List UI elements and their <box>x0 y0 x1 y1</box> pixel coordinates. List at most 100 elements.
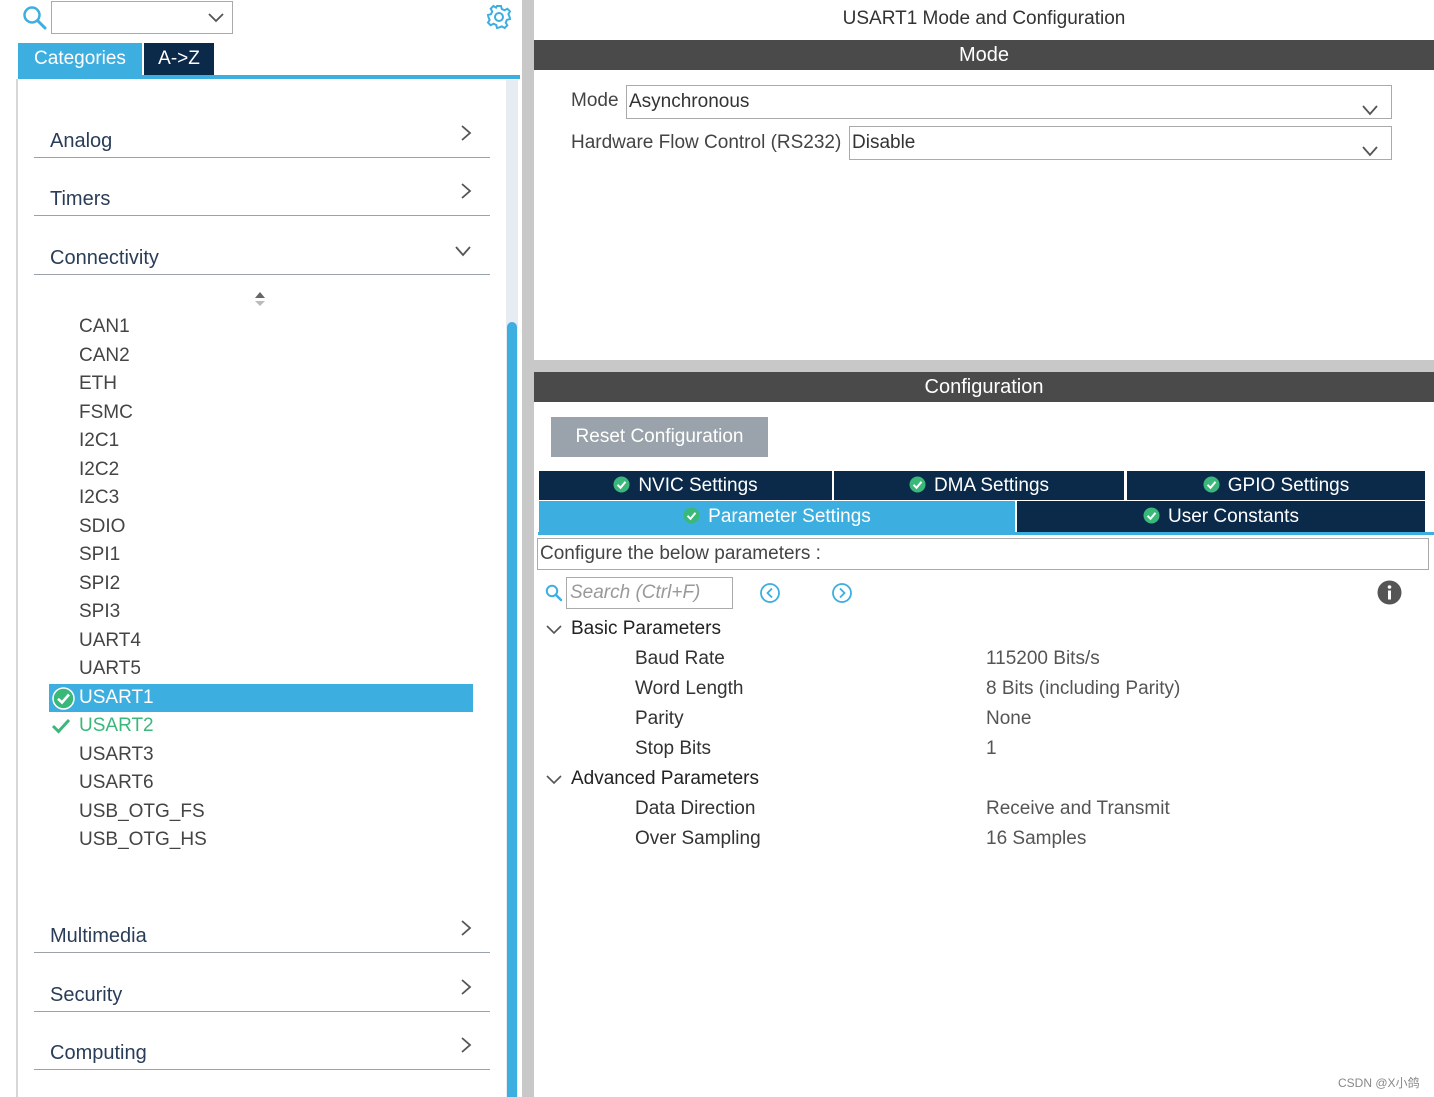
peripheral-item-uart5[interactable]: UART5 <box>79 655 141 683</box>
peripheral-label: SDIO <box>79 515 126 537</box>
tab-label: Parameter Settings <box>708 506 871 527</box>
peripheral-label: USART6 <box>79 772 154 793</box>
peripheral-label: USB_OTG_HS <box>79 829 207 850</box>
tab-a-to-z[interactable]: A->Z <box>144 43 214 75</box>
peripheral-label: USART1 <box>79 686 154 708</box>
peripheral-item-can1[interactable]: CAN1 <box>79 313 130 341</box>
peripheral-item-usart6[interactable]: USART6 <box>79 769 154 797</box>
peripheral-label: UART4 <box>79 629 141 651</box>
param-name: Stop Bits <box>635 738 712 759</box>
peripheral-item-i2c2[interactable]: I2C2 <box>79 456 119 484</box>
peripheral-item-i2c1[interactable]: I2C1 <box>79 427 119 455</box>
configuration-section-header: Configuration <box>534 372 1434 402</box>
mode-select[interactable]: Asynchronous <box>626 85 1392 119</box>
next-match-icon[interactable] <box>831 582 853 609</box>
category-computing[interactable]: Computing <box>34 1029 490 1070</box>
category-label: Computing <box>50 1042 147 1064</box>
peripheral-item-usart1[interactable]: USART1 <box>49 683 473 712</box>
parameter-search-input[interactable]: Search (Ctrl+F) <box>566 577 733 609</box>
mode-section-header: Mode <box>534 40 1434 70</box>
peripheral-item-eth[interactable]: ETH <box>79 370 117 398</box>
peripheral-item-usb-otg-hs[interactable]: USB_OTG_HS <box>79 826 207 854</box>
peripheral-item-spi3[interactable]: SPI3 <box>79 598 120 626</box>
category-multimedia[interactable]: Multimedia <box>34 912 490 953</box>
check-circle-icon <box>683 503 700 535</box>
peripheral-label: USB_OTG_FS <box>79 800 205 822</box>
check-icon <box>51 716 71 744</box>
basic-parameters-group[interactable]: Basic Parameters <box>571 618 721 640</box>
check-circle-icon <box>613 473 630 502</box>
tab-parameter-settings[interactable]: Parameter Settings <box>539 501 1015 533</box>
chevron-down-icon <box>454 244 472 262</box>
tab-user-constants[interactable]: User Constants <box>1017 501 1425 533</box>
tab-nvic-settings[interactable]: NVIC Settings <box>539 471 832 500</box>
param-value[interactable]: 16 Samples <box>986 828 1086 850</box>
search-icon[interactable] <box>22 4 48 32</box>
peripheral-item-spi1[interactable]: SPI1 <box>79 541 120 569</box>
param-name: Baud Rate <box>635 648 725 669</box>
peripheral-label: I2C1 <box>79 430 120 451</box>
chevron-down-icon <box>208 10 224 29</box>
peripheral-item-usb-otg-fs[interactable]: USB_OTG_FS <box>79 798 205 826</box>
param-value[interactable]: 1 <box>986 738 997 760</box>
scrollbar-thumb[interactable] <box>507 322 517 1097</box>
peripheral-item-fsmc[interactable]: FSMC <box>79 399 133 427</box>
param-name: Data Direction <box>635 798 756 819</box>
chevron-right-icon <box>460 182 472 205</box>
peripheral-label: SPI3 <box>79 601 121 622</box>
section-splitter[interactable] <box>534 360 1434 372</box>
peripheral-label: UART5 <box>79 658 141 679</box>
peripheral-label: FSMC <box>79 401 133 423</box>
param-value[interactable]: Receive and Transmit <box>986 798 1170 820</box>
chevron-down-icon <box>1361 136 1379 168</box>
mode-select-value: Asynchronous <box>629 91 750 112</box>
previous-match-icon[interactable] <box>759 582 781 609</box>
peripheral-label: I2C2 <box>79 458 120 480</box>
hardware-flow-control-select[interactable]: Disable <box>849 126 1392 160</box>
param-name: Parity <box>635 708 684 729</box>
peripheral-item-usart2[interactable]: USART2 <box>51 712 154 740</box>
chevron-down-icon[interactable] <box>546 622 562 640</box>
category-label: Multimedia <box>50 925 147 947</box>
view-tabs: Categories A->Z <box>18 43 520 79</box>
tab-label: User Constants <box>1168 506 1299 527</box>
info-icon[interactable] <box>1377 580 1402 610</box>
search-combo-input[interactable] <box>51 1 233 34</box>
tab-dma-settings[interactable]: DMA Settings <box>834 471 1124 500</box>
panel-splitter[interactable] <box>522 0 534 1097</box>
chevron-down-icon <box>1361 95 1379 127</box>
left-border <box>16 79 18 1097</box>
gear-icon[interactable] <box>484 3 514 31</box>
hardware-flow-control-value: Disable <box>852 132 916 153</box>
advanced-parameters-group[interactable]: Advanced Parameters <box>571 768 759 790</box>
check-circle-icon <box>1143 503 1160 535</box>
reset-configuration-button[interactable]: Reset Configuration <box>551 417 768 457</box>
chevron-down-icon[interactable] <box>546 772 562 790</box>
peripheral-item-can2[interactable]: CAN2 <box>79 342 130 370</box>
tab-gpio-settings[interactable]: GPIO Settings <box>1127 471 1425 500</box>
peripheral-label: CAN1 <box>79 316 130 337</box>
category-timers[interactable]: Timers <box>34 175 490 216</box>
hardware-flow-control-label: Hardware Flow Control (RS232) <box>571 132 842 153</box>
sort-icon[interactable] <box>253 290 267 313</box>
chevron-right-icon <box>460 124 472 147</box>
chevron-right-icon <box>460 1036 472 1059</box>
peripheral-label: SPI1 <box>79 544 121 565</box>
peripheral-item-usart3[interactable]: USART3 <box>79 741 154 769</box>
category-label: Security <box>50 984 123 1006</box>
param-value[interactable]: None <box>986 708 1031 730</box>
peripheral-item-sdio[interactable]: SDIO <box>79 513 125 541</box>
param-value[interactable]: 115200 Bits/s <box>986 648 1100 670</box>
check-circle-icon <box>909 473 926 502</box>
tabs-underline <box>538 532 1434 535</box>
peripheral-item-uart4[interactable]: UART4 <box>79 627 141 655</box>
peripheral-label: USART2 <box>79 715 154 736</box>
peripheral-item-spi2[interactable]: SPI2 <box>79 570 120 598</box>
check-circle-icon <box>1203 473 1220 502</box>
tab-categories[interactable]: Categories <box>18 43 142 75</box>
category-security[interactable]: Security <box>34 971 490 1012</box>
category-analog[interactable]: Analog <box>34 117 490 158</box>
peripheral-item-i2c3[interactable]: I2C3 <box>79 484 119 512</box>
category-connectivity[interactable]: Connectivity <box>34 234 490 275</box>
param-value[interactable]: 8 Bits (including Parity) <box>986 678 1180 700</box>
